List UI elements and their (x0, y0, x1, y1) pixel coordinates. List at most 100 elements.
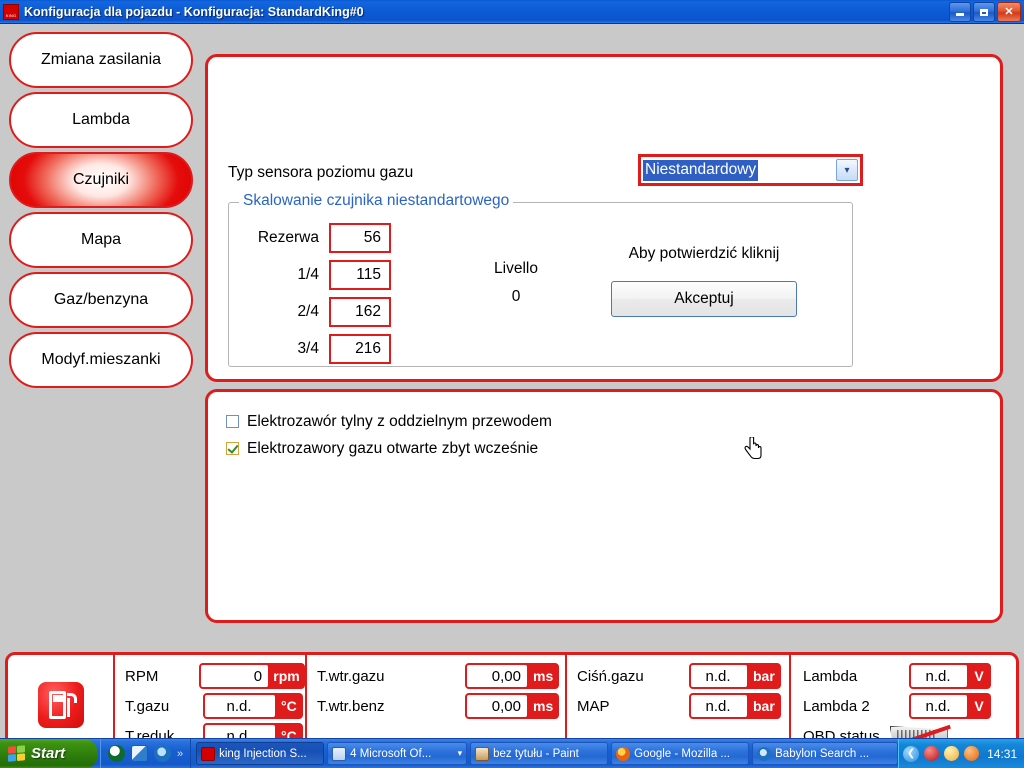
option-label: Elektrozawór tylny z oddzielnym przewode… (247, 412, 552, 430)
status-value: n.d. (690, 664, 748, 688)
sidebar-nav: Zmiana zasilania Lambda Czujniki Mapa Ga… (9, 32, 193, 392)
status-unit: V (968, 664, 990, 688)
system-tray: ❮ 14:31 (898, 738, 1024, 768)
confirm-hint: Aby potwierdzić kliknij (628, 245, 780, 262)
close-icon: ✕ (1004, 5, 1014, 18)
sensor-type-label: Typ sensora poziomu gazu (228, 164, 414, 181)
paint-icon (475, 746, 490, 761)
status-gauge-lambda: n.d. V (909, 663, 991, 689)
status-unit: ms (528, 664, 559, 688)
minimize-button[interactable] (949, 2, 971, 22)
sidebar-item-modyf-mieszanki[interactable]: Modyf.mieszanki (9, 332, 193, 388)
status-label: Ciśń.gazu (577, 667, 644, 685)
status-unit: bar (748, 664, 780, 688)
sidebar-item-czujniki[interactable]: Czujniki (9, 152, 193, 208)
sidebar-item-label: Modyf.mieszanki (41, 351, 161, 368)
taskbar-task-list: king Injection S... 4 Microsoft Of... ▾ … (196, 742, 899, 765)
status-unit: bar (748, 694, 780, 718)
quick-launch-bar: » (100, 738, 192, 768)
status-gauge-twtrbenz: 0,00 ms (465, 693, 560, 719)
option-row-rear-solenoid[interactable]: Elektrozawór tylny z oddzielnym przewode… (226, 408, 552, 435)
taskbar-item-paint[interactable]: bez tytułu - Paint (470, 742, 609, 765)
checkbox-early-open[interactable] (226, 442, 239, 455)
scale-row-label: Rezerwa (257, 228, 319, 246)
taskbar-item-king-injection[interactable]: king Injection S... (196, 742, 325, 765)
taskbar-item-label: king Injection S... (219, 747, 307, 760)
window-title: Konfiguracja dla pojazdu - Konfiguracja:… (24, 4, 364, 19)
internet-explorer-icon[interactable] (154, 745, 171, 762)
sidebar-item-lambda[interactable]: Lambda (9, 92, 193, 148)
checkbox-rear-solenoid[interactable] (226, 415, 239, 428)
livello-label: Livello (494, 260, 538, 277)
king-app-icon (201, 746, 216, 761)
scale-row: 1/4 115 (237, 256, 417, 293)
fuel-pump-icon (37, 682, 84, 728)
taskbar-item-microsoft-office[interactable]: 4 Microsoft Of... ▾ (327, 742, 468, 765)
status-row-twtrbenz: T.wtr.benz 0,00 ms (317, 691, 565, 721)
start-button[interactable]: Start (0, 738, 98, 768)
status-label: T.wtr.benz (317, 697, 385, 715)
close-button[interactable]: ✕ (997, 2, 1021, 22)
chevron-down-icon[interactable]: ▾ (458, 748, 463, 759)
restore-button[interactable] (973, 2, 995, 22)
livello-value: 0 (511, 288, 521, 305)
tray-clock: 14:31 (987, 746, 1018, 761)
sidebar-item-label: Czujniki (72, 171, 129, 188)
scale-input-quarter-3[interactable]: 216 (329, 333, 391, 364)
confirm-area: Aby potwierdzić kliknij Akceptuj (579, 245, 829, 317)
status-group-injection: T.wtr.gazu 0,00 ms T.wtr.benz 0,00 ms (307, 655, 565, 749)
sensor-type-select[interactable]: Niestandardowy ▾ (638, 154, 863, 186)
livello-readout: Livello 0 (461, 255, 571, 311)
status-value: n.d. (204, 694, 276, 718)
sidebar-item-gaz-benzyna[interactable]: Gaz/benzyna (9, 272, 193, 328)
tray-expand-icon[interactable]: ❮ (903, 745, 920, 762)
sidebar-item-label: Mapa (80, 231, 122, 248)
accept-button[interactable]: Akceptuj (611, 281, 797, 317)
scale-input-rezerwa[interactable]: 56 (329, 222, 391, 253)
scale-row-label: 1/4 (297, 265, 319, 283)
taskbar-item-firefox[interactable]: Google - Mozilla ... (611, 742, 750, 765)
tray-weather-icon[interactable] (944, 746, 960, 761)
client-area: Zmiana zasilania Lambda Czujniki Mapa Ga… (0, 24, 1024, 752)
quick-launch-overflow-icon[interactable]: » (177, 748, 183, 760)
status-value: 0 (200, 664, 270, 688)
word-icon (332, 746, 347, 761)
status-label: MAP (577, 697, 610, 715)
status-value: n.d. (910, 694, 968, 718)
sidebar-item-label: Zmiana zasilania (40, 51, 162, 68)
scale-input-quarter-1[interactable]: 115 (329, 259, 391, 290)
status-row-cisngazu: Ciśń.gazu n.d. bar (577, 661, 789, 691)
application-window: Konfiguracja dla pojazdu - Konfiguracja:… (0, 0, 1024, 768)
window-controls: ✕ (949, 2, 1021, 22)
start-button-label: Start (31, 745, 66, 762)
status-value: 0,00 (466, 694, 528, 718)
status-group-pressure: Ciśń.gazu n.d. bar MAP n.d. bar (567, 655, 789, 749)
sidebar-item-zmiana-zasilania[interactable]: Zmiana zasilania (9, 32, 193, 88)
options-checkbox-list: Elektrozawór tylny z oddzielnym przewode… (226, 408, 552, 462)
status-row-twtrgazu: T.wtr.gazu 0,00 ms (317, 661, 565, 691)
opera-icon[interactable] (108, 745, 125, 762)
scale-row: 2/4 162 (237, 293, 417, 330)
status-row-lambda: Lambda n.d. V (803, 661, 1013, 691)
taskbar-item-babylon-search[interactable]: Babylon Search ... (752, 742, 899, 765)
taskbar-item-label: 4 Microsoft Of... (350, 747, 432, 760)
scale-row-label: 2/4 (297, 302, 319, 320)
status-row-map: MAP n.d. bar (577, 691, 789, 721)
option-row-early-open[interactable]: Elektrozawory gazu otwarte zbyt wcześnie (226, 435, 552, 462)
chevron-down-icon[interactable]: ▾ (836, 159, 858, 181)
status-label: T.wtr.gazu (317, 667, 385, 685)
status-unit: rpm (269, 664, 304, 688)
status-row-tgazu: T.gazu n.d. °C (125, 691, 305, 721)
options-panel: Elektrozawór tylny z oddzielnym przewode… (205, 389, 1003, 623)
tray-orange-icon[interactable] (964, 746, 980, 761)
status-gauge-rpm: 0 rpm (199, 663, 305, 689)
status-group-engine: RPM 0 rpm T.gazu n.d. °C T.reduk. n.d. °… (115, 655, 305, 749)
notes-icon[interactable] (131, 745, 148, 762)
tray-red-icon[interactable] (924, 746, 940, 761)
firefox-icon (616, 746, 631, 761)
status-unit: V (968, 694, 990, 718)
scale-input-quarter-2[interactable]: 162 (329, 296, 391, 327)
status-row-lambda2: Lambda 2 n.d. V (803, 691, 1013, 721)
sidebar-item-mapa[interactable]: Mapa (9, 212, 193, 268)
status-bar: RPM 0 rpm T.gazu n.d. °C T.reduk. n.d. °… (5, 652, 1019, 752)
